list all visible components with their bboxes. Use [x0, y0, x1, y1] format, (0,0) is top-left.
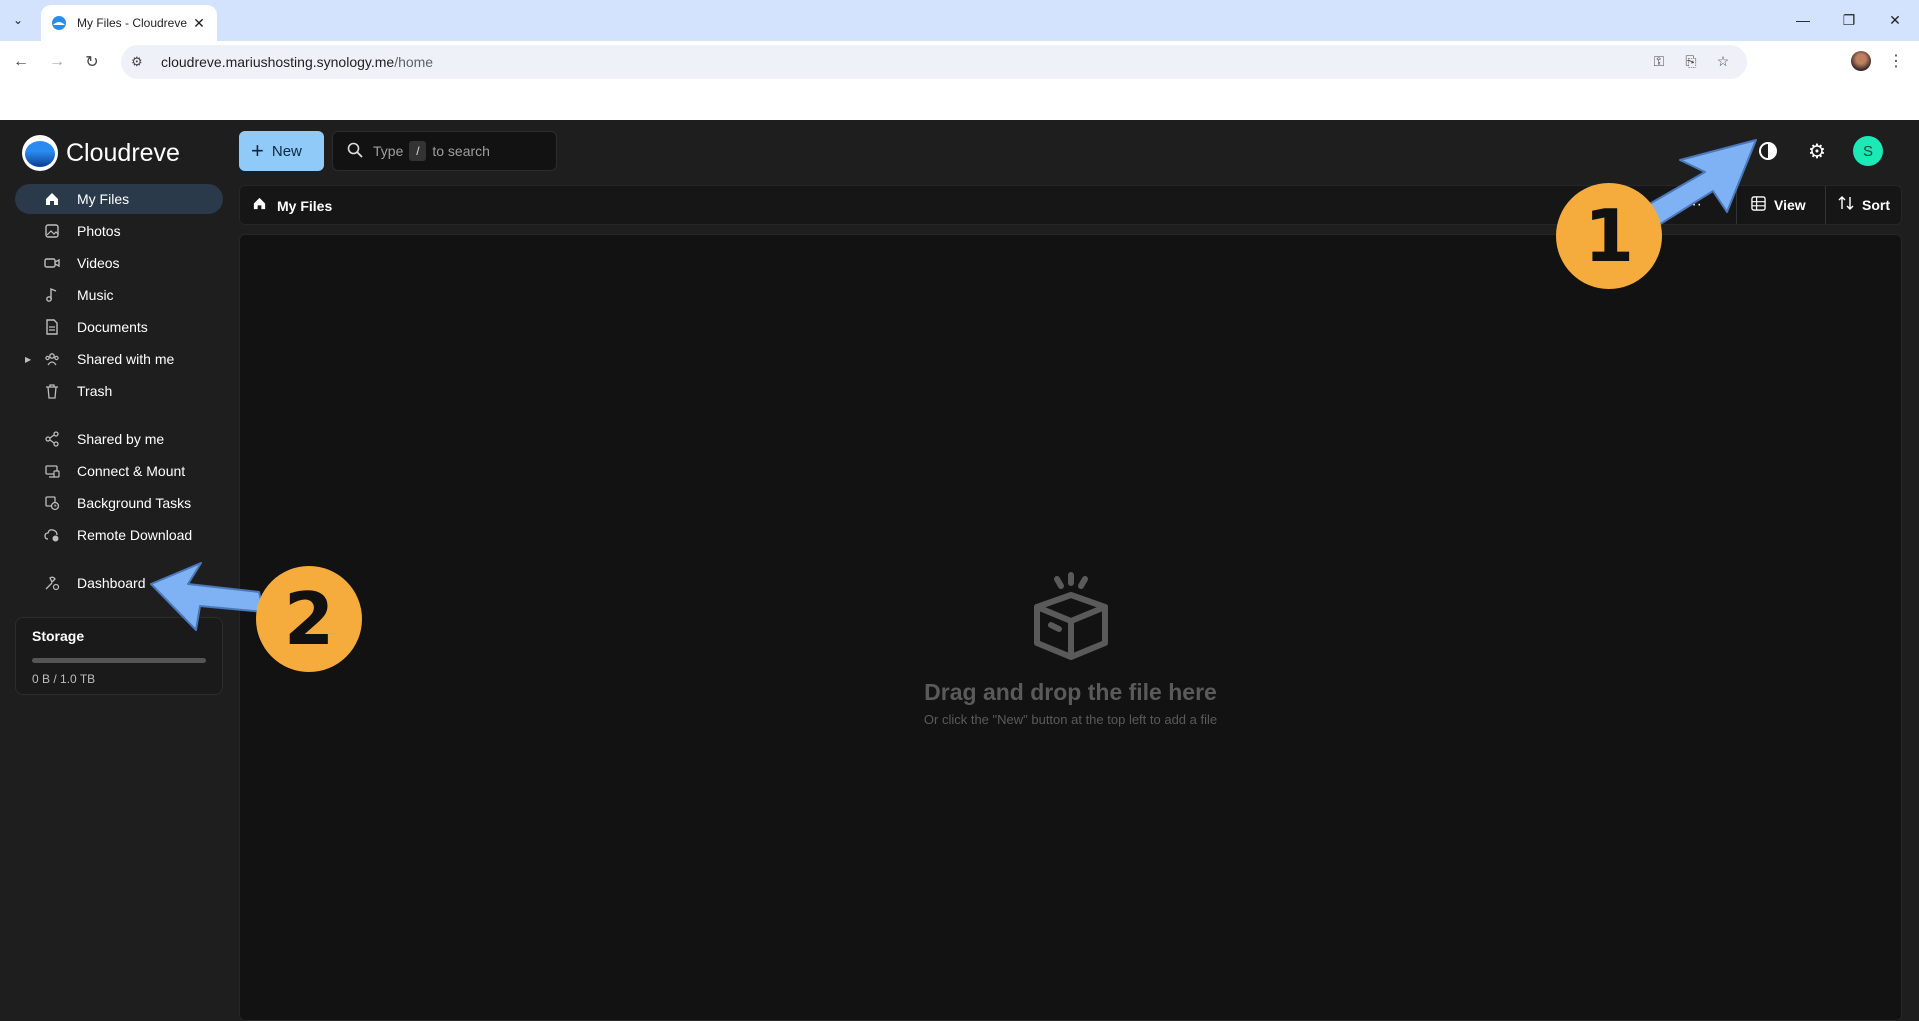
sidebar-item-label: Music	[77, 287, 114, 303]
browser-toolbar: ← → ↻ ⚙ cloudreve.mariushosting.synology…	[0, 41, 1919, 83]
cloudreve-logo-icon	[22, 135, 58, 171]
new-button-label: New	[271, 142, 302, 160]
sidebar-item-label: Shared by me	[77, 431, 165, 447]
search-input[interactable]: Type / to search	[332, 131, 557, 171]
home-icon	[43, 190, 61, 208]
music-icon	[43, 286, 61, 304]
empty-subtitle: Or click the "New" button at the top lef…	[923, 712, 1218, 727]
back-arrow-icon[interactable]: ←	[8, 49, 34, 75]
sidebar-item-shared-with-me[interactable]: ▶ Shared with me	[15, 344, 223, 374]
view-button[interactable]: View	[1736, 186, 1824, 224]
cloud-download-icon	[43, 526, 61, 544]
sidebar-item-background-tasks[interactable]: Background Tasks	[15, 488, 223, 518]
empty-title: Drag and drop the file here	[924, 679, 1217, 705]
tasks-icon	[43, 494, 61, 512]
sidebar-item-label: Documents	[77, 319, 148, 335]
reload-icon[interactable]: ↻	[79, 49, 105, 75]
sidebar-item-videos[interactable]: Videos	[15, 248, 223, 278]
browser-tab[interactable]: My Files - Cloudreve ✕	[41, 5, 217, 41]
trash-icon	[43, 382, 61, 400]
browser-profile-avatar[interactable]	[1851, 51, 1871, 71]
sort-button[interactable]: Sort	[1825, 186, 1902, 224]
minimize-icon[interactable]: —	[1788, 6, 1818, 34]
sidebar-item-connect-mount[interactable]: Connect & Mount	[15, 456, 223, 486]
sort-icon	[1838, 195, 1854, 215]
search-prefix: Type	[373, 143, 404, 159]
breadcrumb[interactable]: My Files	[252, 196, 332, 215]
tab-title: My Files - Cloudreve	[77, 16, 188, 30]
sidebar-item-label: Connect & Mount	[77, 463, 186, 479]
sidebar-item-label: Photos	[77, 223, 121, 239]
file-drop-area[interactable]: Drag and drop the file here Or click the…	[239, 234, 1902, 1021]
browser-bookmark-strip	[0, 83, 1919, 120]
url-host: cloudreve.mariushosting.synology.me	[161, 54, 395, 70]
sidebar-item-label: Background Tasks	[77, 495, 192, 511]
plus-icon: +	[251, 138, 264, 163]
new-button[interactable]: + New	[239, 131, 324, 171]
video-icon	[43, 254, 61, 272]
storage-title: Storage	[32, 628, 85, 644]
app-logo[interactable]: Cloudreve	[22, 135, 180, 171]
home-icon	[252, 196, 267, 215]
forward-arrow-icon[interactable]: →	[44, 49, 70, 75]
bookmark-star-icon[interactable]: ☆	[1712, 50, 1734, 72]
sidebar-item-trash[interactable]: Trash	[15, 376, 223, 406]
sidebar-item-remote-download[interactable]: Remote Download	[15, 520, 223, 550]
callout-badge-1: 1	[1556, 183, 1662, 289]
sidebar-item-label: Dashboard	[77, 575, 146, 591]
sidebar-item-photos[interactable]: Photos	[15, 216, 223, 246]
sidebar-item-dashboard[interactable]: Dashboard	[15, 568, 223, 598]
close-window-icon[interactable]: ✕	[1880, 6, 1910, 34]
callout-badge-2: 2	[256, 566, 362, 672]
user-avatar[interactable]: S	[1853, 136, 1883, 166]
browser-tabstrip: ⌄ My Files - Cloudreve ✕ — ❐ ✕	[0, 0, 1919, 41]
sidebar-item-label: Trash	[77, 383, 113, 399]
more-options-icon[interactable]: ···	[1686, 196, 1702, 214]
storage-progress-bar	[32, 658, 206, 663]
empty-state: Drag and drop the file here Or click the…	[240, 571, 1901, 727]
sort-label: Sort	[1862, 197, 1890, 213]
grid-icon	[1751, 195, 1766, 215]
storage-usage-text: 0 B / 1.0 TB	[32, 672, 96, 686]
tab-close-icon[interactable]: ✕	[191, 15, 207, 32]
search-suffix: to search	[432, 143, 490, 159]
app-name: Cloudreve	[66, 138, 180, 167]
storage-card: Storage 0 B / 1.0 TB	[15, 617, 223, 695]
sidebar-item-my-files[interactable]: My Files	[15, 184, 223, 214]
sidebar-item-label: My Files	[77, 191, 130, 207]
sidebar-item-shared-by-me[interactable]: Shared by me	[15, 424, 223, 454]
connect-icon	[43, 462, 61, 480]
search-shortcut-key: /	[409, 141, 427, 161]
share-icon	[43, 430, 61, 448]
view-label: View	[1774, 197, 1806, 213]
people-icon	[43, 350, 61, 368]
url-path: /home	[394, 54, 434, 70]
search-icon	[347, 142, 363, 161]
settings-gear-icon[interactable]: ⚙	[1802, 136, 1832, 166]
password-key-icon[interactable]: ⚿	[1648, 50, 1670, 72]
breadcrumb-current: My Files	[277, 197, 333, 214]
tab-search-chevron-icon[interactable]: ⌄	[6, 8, 30, 32]
sidebar-item-music[interactable]: Music	[15, 280, 223, 310]
browser-menu-icon[interactable]: ⋮	[1886, 48, 1906, 74]
site-info-icon[interactable]: ⚙	[131, 54, 149, 70]
image-icon	[43, 222, 61, 240]
install-app-icon[interactable]: ⎘	[1680, 50, 1702, 72]
sidebar-item-label: Remote Download	[77, 527, 193, 543]
sidebar-item-label: Videos	[77, 255, 120, 271]
address-bar[interactable]: ⚙ cloudreve.mariushosting.synology.me/ho…	[121, 45, 1747, 79]
sidebar-item-label: Shared with me	[77, 351, 175, 367]
sidebar-item-documents[interactable]: Documents	[15, 312, 223, 342]
restore-icon[interactable]: ❐	[1834, 6, 1864, 34]
expand-arrow-icon[interactable]: ▶	[25, 355, 31, 364]
document-icon	[43, 318, 61, 336]
empty-box-icon	[1033, 572, 1108, 660]
dashboard-icon	[43, 574, 61, 592]
cloudreve-favicon-icon	[52, 16, 66, 30]
theme-toggle-icon[interactable]	[1753, 136, 1783, 166]
